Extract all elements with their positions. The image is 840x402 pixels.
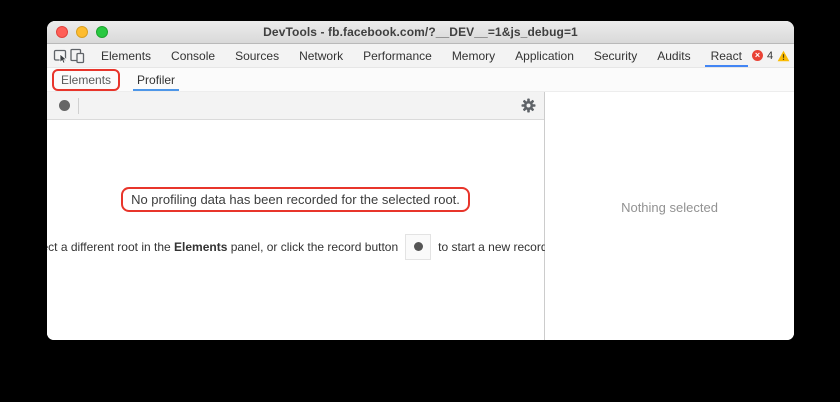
instruction-bold-elements: Elements — [174, 240, 227, 254]
console-badges[interactable]: × 4 4 — [752, 44, 794, 67]
titlebar: DevTools - fb.facebook.com/?__DEV__=1&js… — [47, 21, 794, 44]
inspect-element-button[interactable] — [53, 44, 69, 67]
tab-label: Console — [171, 49, 215, 63]
empty-message-annotated: No profiling data has been recorded for … — [121, 187, 470, 212]
subtab-profiler[interactable]: Profiler — [128, 68, 184, 91]
active-subtab-underline — [133, 89, 179, 91]
details-panel: Nothing selected — [545, 92, 794, 340]
devtools-tabbar: Elements Console Sources Network Perform… — [47, 44, 794, 68]
subtab-elements[interactable]: Elements — [54, 71, 118, 89]
tab-console[interactable]: Console — [161, 44, 225, 67]
subtab-label: Profiler — [137, 73, 175, 87]
tab-memory[interactable]: Memory — [442, 44, 505, 67]
tab-label: Elements — [101, 49, 151, 63]
tab-network[interactable]: Network — [289, 44, 353, 67]
settings-gear-icon[interactable] — [521, 98, 536, 113]
tab-label: Memory — [452, 49, 495, 63]
tab-label: Performance — [363, 49, 432, 63]
tab-performance[interactable]: Performance — [353, 44, 442, 67]
tab-label: React — [711, 49, 742, 63]
warning-icon — [777, 50, 790, 62]
toolbar-separator — [78, 98, 79, 114]
elements-subtab-annotation: Elements — [52, 69, 120, 91]
tab-application[interactable]: Application — [505, 44, 584, 67]
tab-sources[interactable]: Sources — [225, 44, 289, 67]
react-subtabs: Elements Profiler — [47, 68, 794, 92]
react-profiler-content: No profiling data has been recorded for … — [47, 92, 794, 340]
subtab-label: Elements — [61, 73, 111, 87]
device-toolbar-icon — [69, 48, 85, 64]
error-icon: × — [752, 50, 763, 61]
tab-elements[interactable]: Elements — [91, 44, 161, 67]
devtools-window: DevTools - fb.facebook.com/?__DEV__=1&js… — [47, 21, 794, 340]
instruction-text: panel, or click the record button — [227, 240, 398, 254]
tab-security[interactable]: Security — [584, 44, 647, 67]
record-dot-icon — [414, 242, 423, 251]
toggle-device-toolbar-button[interactable] — [69, 44, 85, 67]
window-title: DevTools - fb.facebook.com/?__DEV__=1&js… — [47, 25, 794, 39]
tab-audits[interactable]: Audits — [647, 44, 700, 67]
profiler-empty-state: No profiling data has been recorded for … — [47, 120, 544, 340]
inspect-cursor-icon — [53, 48, 69, 64]
profiler-toolbar — [47, 92, 544, 120]
nothing-selected-text: Nothing selected — [621, 200, 718, 215]
tab-label: Sources — [235, 49, 279, 63]
profiler-instruction: Select a different root in the Elements … — [47, 234, 567, 260]
tab-react[interactable]: React — [701, 44, 752, 67]
active-tab-underline — [705, 65, 748, 67]
instruction-text: Select a different root in the — [47, 240, 174, 254]
error-count: 4 — [767, 50, 773, 62]
tab-label: Audits — [657, 49, 690, 63]
inline-record-button[interactable] — [405, 234, 431, 260]
tab-label: Network — [299, 49, 343, 63]
tab-label: Application — [515, 49, 574, 63]
tab-label: Security — [594, 49, 637, 63]
profiler-left-panel: No profiling data has been recorded for … — [47, 92, 545, 340]
record-button[interactable] — [59, 100, 70, 111]
